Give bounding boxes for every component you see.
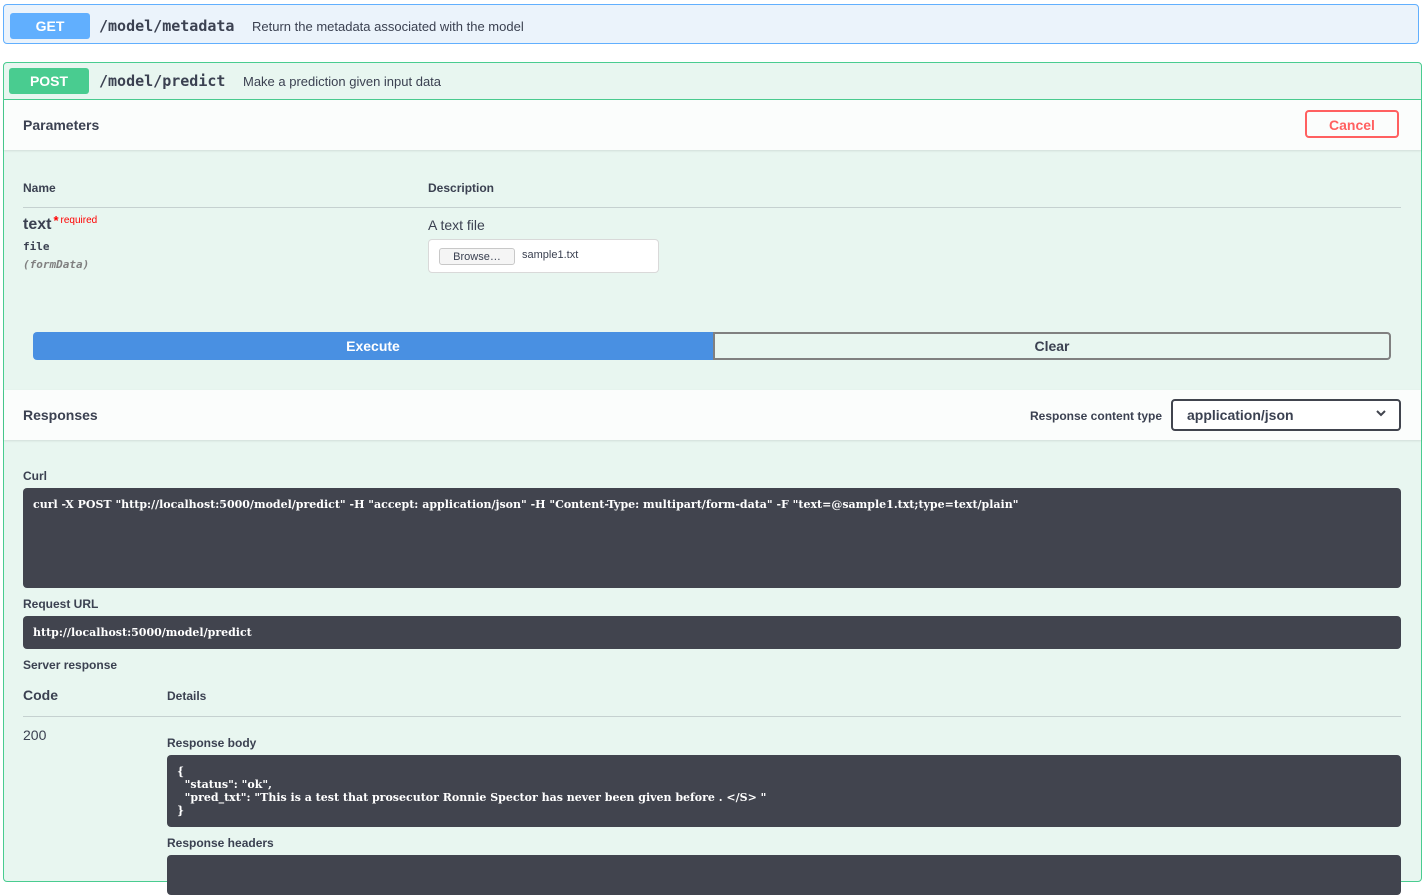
curl-command: curl -X POST "http://localhost:5000/mode…	[33, 498, 1019, 511]
curl-code-block: curl -X POST "http://localhost:5000/mode…	[23, 488, 1401, 588]
post-method-badge: POST	[9, 68, 89, 94]
post-path: /model/predict	[99, 72, 226, 90]
cancel-button[interactable]: Cancel	[1305, 110, 1399, 138]
response-body-block: { "status": "ok", "pred_txt": "This is a…	[167, 755, 1401, 827]
code-column-header: Code	[23, 687, 58, 703]
responses-title: Responses	[23, 407, 98, 423]
chevron-down-icon	[1375, 407, 1387, 422]
curl-label: Curl	[23, 469, 47, 483]
server-response-label: Server response	[23, 658, 118, 672]
selected-file-name: sample1.txt	[522, 249, 579, 261]
get-operation[interactable]: GET /model/metadata Return the metadata …	[3, 4, 1419, 44]
post-operation: POST /model/predict Make a prediction gi…	[3, 62, 1422, 895]
response-status-code: 200	[23, 727, 47, 743]
required-label: required	[60, 215, 98, 226]
param-name: text * required	[23, 213, 98, 234]
details-column-header: Details	[167, 689, 207, 703]
param-table-divider	[23, 207, 1401, 208]
col-name-header: Name	[23, 181, 56, 195]
required-star: *	[53, 213, 59, 228]
get-method-badge: GET	[10, 13, 90, 39]
request-url-block: http://localhost:5000/model/predict	[23, 616, 1401, 649]
response-body-label: Response body	[167, 736, 257, 750]
execute-clear-group: Execute Clear	[30, 330, 1394, 364]
file-input[interactable]: Browse… sample1.txt	[428, 239, 659, 273]
param-name-text: text	[23, 216, 52, 233]
response-body: { "status": "ok", "pred_txt": "This is a…	[177, 765, 767, 817]
response-headers-label: Response headers	[167, 836, 274, 850]
get-path: /model/metadata	[99, 17, 235, 35]
request-url: http://localhost:5000/model/predict	[33, 626, 252, 639]
param-location: (formData)	[23, 258, 90, 271]
param-type: file	[23, 240, 50, 253]
response-content-type-label: Response content type	[1030, 409, 1163, 423]
post-operation-header[interactable]: POST /model/predict Make a prediction gi…	[4, 63, 1421, 100]
response-headers-block	[167, 855, 1401, 895]
browse-button[interactable]: Browse…	[439, 248, 515, 265]
response-table-divider	[23, 716, 1401, 717]
param-description: A text file	[428, 217, 485, 233]
post-summary: Make a prediction given input data	[243, 74, 442, 89]
request-url-label: Request URL	[23, 597, 99, 611]
col-description-header: Description	[428, 181, 495, 195]
parameters-header: Parameters Cancel	[4, 100, 1421, 150]
clear-button[interactable]: Clear	[713, 332, 1391, 360]
response-content-type-select[interactable]: application/json	[1171, 399, 1401, 431]
execute-button[interactable]: Execute	[33, 332, 713, 360]
parameters-title: Parameters	[23, 117, 100, 133]
response-content-type-value: application/json	[1187, 407, 1294, 423]
get-summary: Return the metadata associated with the …	[252, 19, 524, 34]
